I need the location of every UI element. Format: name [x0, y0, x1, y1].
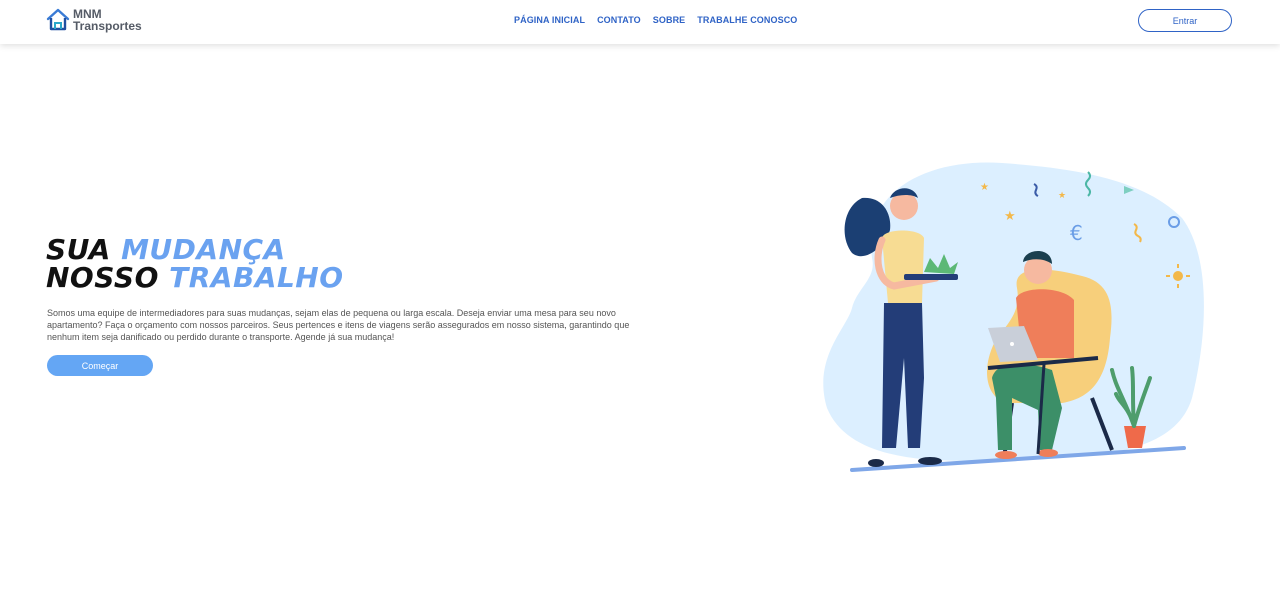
nav-link-home[interactable]: PÁGINA INICIAL: [514, 15, 585, 25]
svg-text:€: €: [1070, 221, 1083, 245]
hero-title: SUA MUDANÇA NOSSO TRABALHO: [46, 236, 344, 292]
brand-logo[interactable]: MNM Transportes: [46, 8, 142, 32]
hero-title-accent-2: TRABALHO: [169, 261, 344, 294]
login-button[interactable]: Entrar: [1138, 9, 1232, 32]
nav-link-about[interactable]: SOBRE: [653, 15, 686, 25]
svg-text:★: ★: [1004, 209, 1016, 224]
main-nav: PÁGINA INICIAL CONTATO SOBRE TRABALHE CO…: [514, 15, 809, 25]
house-icon: [46, 8, 70, 31]
brand-name: MNM Transportes: [73, 8, 142, 32]
hero-title-line-1: SUA MUDANÇA: [46, 236, 344, 264]
hero-description: Somos uma equipe de intermediadores para…: [47, 308, 630, 342]
nav-link-contact[interactable]: CONTATO: [597, 15, 641, 25]
svg-text:★: ★: [1058, 191, 1066, 201]
navbar: MNM Transportes PÁGINA INICIAL CONTATO S…: [0, 0, 1280, 44]
nav-link-careers[interactable]: TRABALHE CONOSCO: [697, 15, 797, 25]
svg-text:★: ★: [980, 182, 989, 193]
hero-title-plain-2: NOSSO: [46, 261, 170, 294]
start-button[interactable]: Começar: [47, 355, 153, 376]
hero-title-line-2: NOSSO TRABALHO: [46, 264, 344, 292]
brand-line-2: Transportes: [73, 19, 142, 33]
people-working-illustration: ★ ★ ★ €: [823, 162, 1204, 472]
